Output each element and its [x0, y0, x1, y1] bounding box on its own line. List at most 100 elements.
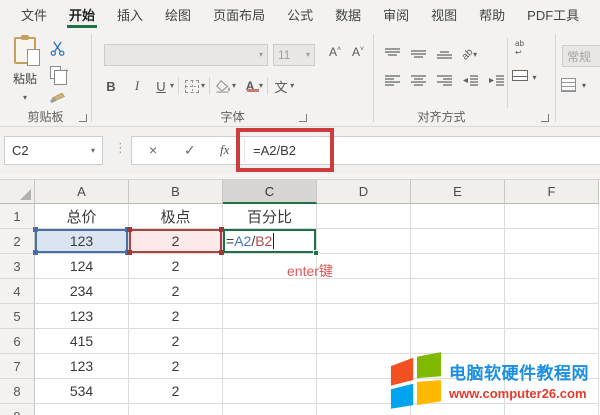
bold-button[interactable]: B: [102, 75, 120, 97]
row-header-2[interactable]: 2: [0, 229, 35, 254]
align-center-button[interactable]: [410, 74, 427, 87]
tab-数据[interactable]: 数据: [324, 0, 372, 28]
phonetic-guide-button[interactable]: 文: [272, 75, 290, 97]
wrap-text-button[interactable]: ab ↩: [515, 39, 554, 58]
borders-button[interactable]: [183, 75, 201, 97]
tab-视图[interactable]: 视图: [420, 0, 468, 28]
align-right-button[interactable]: [436, 74, 453, 87]
tab-开始[interactable]: 开始: [58, 0, 106, 28]
cell-D5[interactable]: [317, 304, 411, 329]
tab-绘图[interactable]: 绘图: [154, 0, 202, 28]
font-size-combo[interactable]: 11 ▾: [273, 44, 315, 66]
italic-button[interactable]: I: [128, 75, 146, 97]
number-format-combo[interactable]: 常规: [562, 45, 600, 67]
cell-A8[interactable]: 534: [35, 379, 129, 404]
selection-handle[interactable]: [219, 250, 224, 255]
tab-文件[interactable]: 文件: [10, 0, 58, 28]
dialog-launcher-icon[interactable]: [541, 114, 549, 122]
cell-B2[interactable]: 2: [127, 227, 224, 255]
cell-F5[interactable]: [505, 304, 599, 329]
row-header-6[interactable]: 6: [0, 329, 35, 354]
tab-审阅[interactable]: 审阅: [372, 0, 420, 28]
cell-A1[interactable]: 总价: [35, 204, 129, 229]
cell-A6[interactable]: 415: [35, 329, 129, 354]
bottom-align-button[interactable]: [436, 47, 453, 59]
tab-帮助[interactable]: 帮助: [468, 0, 516, 28]
copy-button[interactable]: ▾: [46, 60, 86, 85]
tab-PDF工具[interactable]: PDF工具: [516, 0, 590, 28]
selection-handle[interactable]: [33, 227, 38, 232]
cell-F3[interactable]: [505, 254, 599, 279]
cell-B5[interactable]: 2: [129, 304, 223, 329]
cell-B8[interactable]: 2: [129, 379, 223, 404]
cell-B1[interactable]: 极点: [129, 204, 223, 229]
paste-button[interactable]: 粘贴 ▾: [5, 34, 45, 114]
row-header-9[interactable]: 9: [0, 404, 35, 415]
cell-D1[interactable]: [317, 204, 411, 229]
selection-handle[interactable]: [127, 227, 132, 232]
decrease-indent-button[interactable]: [462, 74, 479, 87]
tab-插入[interactable]: 插入: [106, 0, 154, 28]
cancel-button[interactable]: ×: [149, 142, 157, 158]
fill-handle[interactable]: [313, 250, 319, 256]
cell-C9[interactable]: [223, 404, 317, 415]
orientation-button[interactable]: ab▾: [460, 44, 477, 63]
cell-A7[interactable]: 123: [35, 354, 129, 379]
fill-color-button[interactable]: [214, 75, 232, 97]
accounting-format-icon[interactable]: [561, 78, 576, 92]
cell-C6[interactable]: [223, 329, 317, 354]
cell-C4[interactable]: [223, 279, 317, 304]
cell-E1[interactable]: [411, 204, 505, 229]
cell-F2[interactable]: [505, 229, 599, 254]
cell-E4[interactable]: [411, 279, 505, 304]
row-header-5[interactable]: 5: [0, 304, 35, 329]
cell-B3[interactable]: 2: [129, 254, 223, 279]
shrink-font-button[interactable]: A˅: [352, 44, 364, 59]
enter-button[interactable]: ✓: [184, 142, 196, 159]
row-header-7[interactable]: 7: [0, 354, 35, 379]
cell-B9[interactable]: [129, 404, 223, 415]
cell-E5[interactable]: [411, 304, 505, 329]
middle-align-button[interactable]: [410, 47, 427, 59]
insert-function-button[interactable]: fx: [220, 142, 229, 158]
cell-A2[interactable]: 123: [33, 227, 130, 255]
cell-A5[interactable]: 123: [35, 304, 129, 329]
row-header-3[interactable]: 3: [0, 254, 35, 279]
selection-handle[interactable]: [219, 227, 224, 232]
font-name-combo[interactable]: ▾: [104, 44, 268, 66]
cell-A3[interactable]: 124: [35, 254, 129, 279]
cell-C2[interactable]: = A2/B2: [223, 229, 319, 256]
name-box[interactable]: C2 ▾: [4, 136, 103, 165]
cell-B7[interactable]: 2: [129, 354, 223, 379]
top-align-button[interactable]: [384, 47, 401, 59]
column-header-E[interactable]: E: [411, 180, 505, 204]
cell-F4[interactable]: [505, 279, 599, 304]
cell-A9[interactable]: [35, 404, 129, 415]
cell-D4[interactable]: [317, 279, 411, 304]
underline-button[interactable]: U: [152, 75, 170, 97]
select-all-corner[interactable]: [0, 180, 35, 204]
cell-F1[interactable]: [505, 204, 599, 229]
cell-C1[interactable]: 百分比: [223, 204, 317, 229]
cut-button[interactable]: [46, 36, 86, 60]
cell-C5[interactable]: [223, 304, 317, 329]
cell-B4[interactable]: 2: [129, 279, 223, 304]
column-header-A[interactable]: A: [35, 180, 129, 204]
dialog-launcher-icon[interactable]: [299, 114, 307, 122]
selection-handle[interactable]: [127, 250, 132, 255]
cell-E2[interactable]: [411, 229, 505, 254]
cell-E3[interactable]: [411, 254, 505, 279]
row-header-1[interactable]: 1: [0, 204, 35, 229]
selection-handle[interactable]: [33, 250, 38, 255]
row-header-4[interactable]: 4: [0, 279, 35, 304]
cell-A4[interactable]: 234: [35, 279, 129, 304]
cell-C8[interactable]: [223, 379, 317, 404]
merge-center-button[interactable]: ▾: [512, 67, 554, 85]
align-left-button[interactable]: [384, 74, 401, 87]
font-color-button[interactable]: A: [241, 75, 259, 97]
cell-B6[interactable]: 2: [129, 329, 223, 354]
formula-bar-handle[interactable]: ⋮: [114, 140, 127, 156]
tab-公式[interactable]: 公式: [276, 0, 324, 28]
row-header-8[interactable]: 8: [0, 379, 35, 404]
tab-页面布局[interactable]: 页面布局: [202, 0, 276, 28]
